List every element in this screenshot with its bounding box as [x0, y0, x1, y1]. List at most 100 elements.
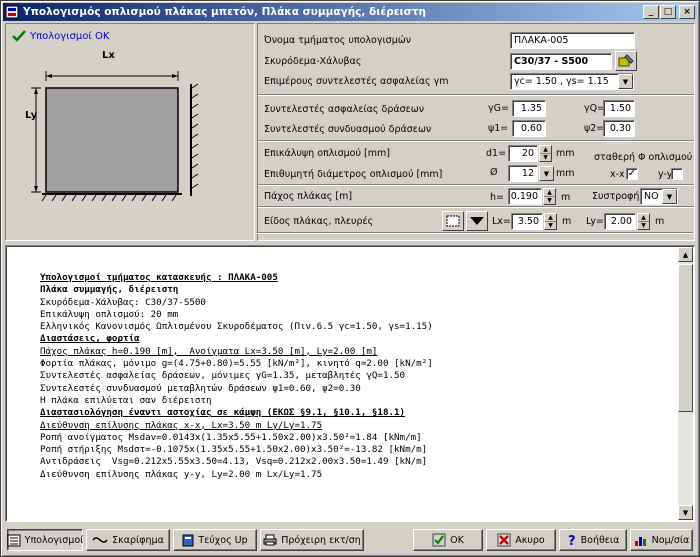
constant-bar-label: σταθερή Φ οπλισμού: [594, 152, 693, 163]
lx-spinner[interactable]: ▲ ▼: [544, 213, 557, 230]
help-icon: ?: [568, 534, 576, 547]
help-label: Βοήθεια: [580, 534, 620, 546]
gG-label: γG=: [488, 103, 509, 114]
close-button[interactable]: ×: [679, 5, 695, 19]
scroll-up-arrow[interactable]: ▲: [678, 247, 693, 262]
draft-print-label: Πρόχειρη εκτ/ση: [281, 534, 361, 546]
psi2-input[interactable]: 0.30: [603, 120, 635, 137]
draft-print-button[interactable]: Πρόχειρη εκτ/ση: [260, 529, 364, 551]
report-line: Αντιδράσεις Vsg=0.212x5.55x3.50=4.13, Vs…: [40, 456, 428, 468]
slab-sketch: [31, 71, 199, 202]
scroll-down-arrow[interactable]: ▼: [678, 505, 693, 520]
cover-input[interactable]: 20: [508, 145, 538, 162]
torsion-label: Συστροφή: [592, 191, 640, 202]
name-input[interactable]: ΠΛΑΚΑ-005: [510, 32, 635, 49]
lx-dimension-label: Lx: [102, 50, 115, 61]
phi-unit: mm: [556, 168, 575, 179]
sketch-panel: Υπολογισμοί ΟΚ Lx Ly: [5, 23, 255, 241]
report-content: Υπολογισμοί τμήματος κατασκευής : ΠΛΑΚΑ-…: [40, 272, 433, 481]
cancel-label: Ακυρο: [515, 534, 545, 546]
diameter-input[interactable]: 12: [508, 165, 538, 182]
separator: [258, 140, 694, 142]
report-text-area[interactable]: Υπολογισμοί τμήματος κατασκευής : ΠΛΑΚΑ-…: [5, 245, 695, 522]
booklet-button[interactable]: Τεύχος Up: [173, 529, 257, 551]
report-line: Επικάλυψη οπλισμού: 20 mm: [40, 308, 179, 320]
thickness-spinner[interactable]: ▲ ▼: [543, 188, 556, 205]
svg-text:?: ?: [568, 534, 576, 547]
tools-icon: [618, 54, 634, 67]
lx-unit: m: [562, 216, 572, 227]
safety-factors-select[interactable]: γc= 1.50 , γs= 1.15: [510, 73, 634, 90]
ly-dimension-label: Ly: [25, 110, 38, 121]
slab-type-button[interactable]: [442, 211, 464, 231]
booklet-icon: [182, 534, 194, 546]
psi1-input[interactable]: 0.60: [512, 120, 546, 137]
ok-button[interactable]: ΟΚ: [413, 529, 483, 551]
triangle-down-icon: [470, 217, 484, 225]
report-line: Πάχος πλάκας h=0.190 [m], Ανοίγματα Lx=3…: [40, 345, 378, 357]
bar-chart-icon: [634, 536, 646, 546]
safety-factors-label: Επιμέρους συντελεστές ασφαλείας γm: [264, 76, 449, 87]
sketch-button[interactable]: Σκαρίφημα: [86, 529, 170, 551]
calculations-label: Υπολογισμοί: [24, 534, 84, 546]
report-line: Διεύθυνση επίλυσης πλάκας y-y, Ly=2.00 m…: [40, 468, 323, 480]
separator: [258, 184, 694, 186]
material-select-button[interactable]: [615, 51, 637, 71]
safety-factors-dropdown-button[interactable]: ▼: [618, 74, 633, 89]
calculations-button[interactable]: Υπολογισμοί: [7, 529, 83, 551]
report-line: Η πλάκα επιλύεται σαν διέρειστη: [40, 394, 212, 406]
printer-icon: [263, 534, 277, 546]
separator: [258, 206, 694, 208]
sketch-label: Σκαρίφημα: [112, 534, 164, 546]
torsion-dropdown-button[interactable]: ▼: [662, 189, 677, 204]
slab-type-label: Είδος πλάκας, πλευρές: [264, 216, 374, 227]
cover-spinner[interactable]: ▲ ▼: [539, 145, 552, 162]
cancel-button[interactable]: Ακυρο: [486, 529, 556, 551]
diameter-label: Επιθυμητή διάμετρος οπλισμού [mm]: [264, 169, 443, 180]
ly-spinner[interactable]: ▲ ▼: [637, 213, 650, 230]
report-line: Διεύθυνση επίλυσης πλάκας x-x, Lx=3.50 m…: [40, 419, 323, 431]
maximize-button[interactable]: □: [660, 5, 676, 19]
report-line: Πλάκα συμμαγής, διέρειστη: [40, 284, 179, 296]
currency-label: Νομ/σία: [651, 534, 690, 546]
xx-label: x-x: [610, 169, 625, 180]
lx-label: Lx=: [492, 216, 511, 227]
name-label: Όνομα τμήματος υπολογισμών: [264, 35, 412, 46]
dialog-window: Υπολογισμός οπλισμού πλάκας μπετόν, Πλάκ…: [0, 0, 700, 557]
diameter-dropdown-button[interactable]: ▼: [539, 166, 554, 181]
cancel-icon: [497, 533, 511, 547]
report-line: Σκυρόδεμα-Χάλυβας: C30/37-S500: [40, 296, 206, 308]
xx-checkbox[interactable]: ✓: [626, 168, 638, 180]
h-unit: m: [561, 192, 571, 203]
scroll-thumb[interactable]: [678, 264, 693, 412]
combination-label: Συντελεστές συνδυασμού δράσεων: [264, 124, 432, 135]
report-line: Υπολογισμοί τμήματος κατασκευής : ΠΛΑΚΑ-…: [40, 272, 278, 283]
yy-checkbox[interactable]: [671, 168, 683, 180]
sketch-icon: [92, 537, 108, 543]
minimize-button[interactable]: _: [643, 5, 659, 19]
report-line: Συντελεστές συνδυασμού μεταβλητών δράσεω…: [40, 382, 361, 394]
window-title: Υπολογισμός οπλισμού πλάκας μπετόν, Πλάκ…: [23, 6, 427, 18]
help-button[interactable]: ? Βοήθεια: [559, 529, 627, 551]
button-bar: Υπολογισμοί Σκαρίφημα Τεύχος Up Πρόχειρη…: [5, 527, 695, 553]
currency-button[interactable]: Νομ/σία: [630, 529, 693, 551]
psi2-label: ψ2=: [584, 123, 605, 134]
title-bar[interactable]: Υπολογισμός οπλισμού πλάκας μπετόν, Πλάκ…: [3, 3, 697, 21]
vertical-scrollbar[interactable]: ▲ ▼: [678, 247, 693, 520]
gQ-input[interactable]: 1.50: [603, 100, 635, 117]
d1-unit: mm: [556, 148, 575, 159]
gQ-label: γQ=: [584, 103, 606, 114]
separator: [258, 94, 694, 96]
ly-label: Ly=: [586, 216, 605, 227]
lx-input[interactable]: 3.50: [511, 213, 543, 230]
report-line: Διαστασιολόγηση έναντι αστοχίας σε κάμψη…: [40, 407, 406, 419]
gG-input[interactable]: 1.35: [512, 100, 546, 117]
phi-label: Ø: [490, 167, 498, 178]
concrete-steel-field[interactable]: C30/37 - S500: [510, 53, 612, 70]
slab-type-dropdown-button[interactable]: [466, 211, 488, 231]
report-line: Ροπή ανοίγματος Msdav=0.0143x(1.35x5.55+…: [40, 431, 422, 443]
thickness-input[interactable]: 0.190: [508, 188, 542, 205]
ly-input[interactable]: 2.00: [604, 213, 636, 230]
cover-label: Επικάλυψη οπλισμού [mm]: [264, 148, 390, 159]
booklet-label: Τεύχος Up: [198, 534, 248, 546]
